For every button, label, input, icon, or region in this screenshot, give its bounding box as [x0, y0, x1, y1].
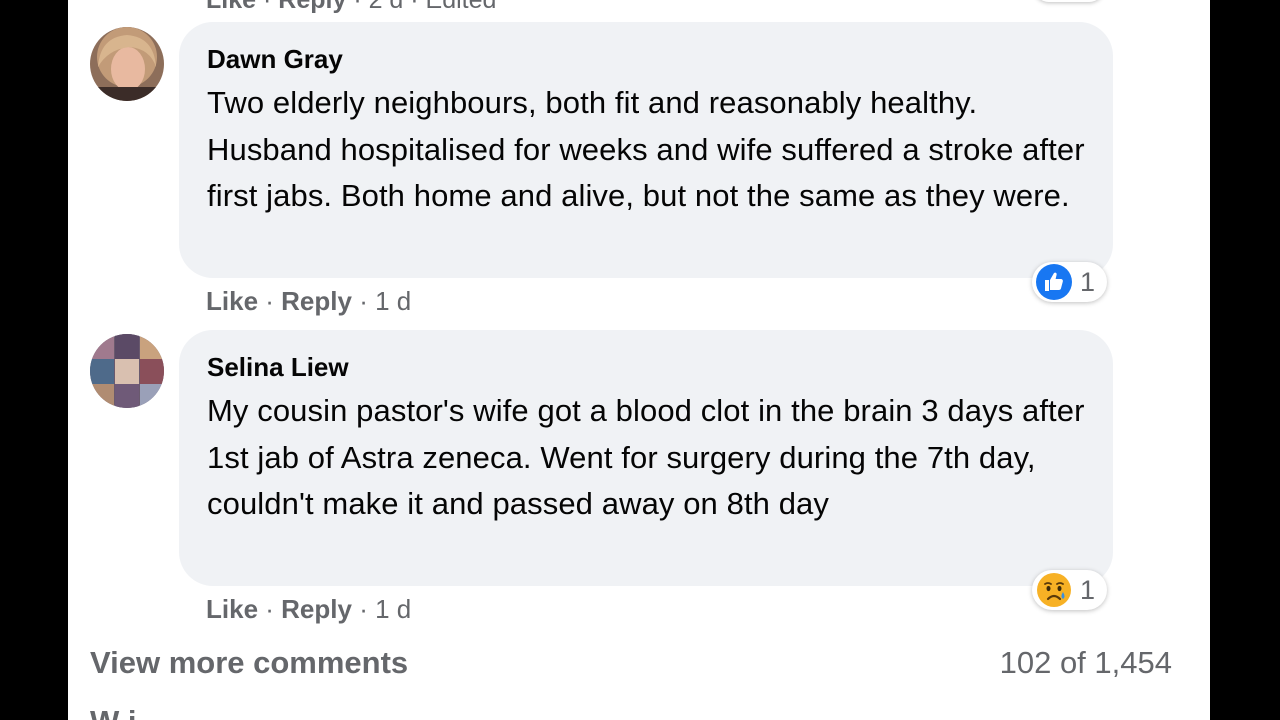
avatar-photo-dawn — [90, 27, 164, 101]
separator: · — [265, 286, 282, 316]
comment-timestamp[interactable]: 1 d — [375, 286, 411, 316]
separator: · — [359, 594, 376, 624]
comment-author[interactable]: Dawn Gray — [207, 42, 1085, 76]
reply-button[interactable]: Reply — [281, 594, 352, 624]
reaction-badge[interactable]: 1 — [1032, 570, 1108, 610]
reaction-count: 1 — [1080, 574, 1096, 605]
reaction-count: 1 — [1080, 266, 1096, 297]
comment-meta: · 2 d · Edited — [353, 0, 497, 14]
like-button[interactable]: Like — [206, 594, 258, 624]
previous-reaction-badge[interactable] — [1034, 0, 1104, 2]
reply-separator: · — [262, 0, 279, 14]
previous-comment-actions: Like · Reply · 2 d · Edited — [206, 0, 496, 15]
like-icon — [1036, 264, 1072, 300]
comment-bubble: Dawn Gray Two elderly neighbours, both f… — [179, 22, 1113, 278]
comment-bubble: Selina Liew My cousin pastor's wife got … — [179, 330, 1113, 586]
comment-actions: Like · Reply · 1 d — [206, 594, 411, 625]
cutoff-text: W i — [90, 704, 137, 720]
reply-button[interactable]: Reply — [278, 0, 346, 14]
like-button[interactable]: Like — [206, 0, 256, 14]
separator: · — [265, 594, 282, 624]
comment-author[interactable]: Selina Liew — [207, 350, 1085, 384]
reaction-badge[interactable]: 1 — [1032, 262, 1108, 302]
comment-text: My cousin pastor's wife got a blood clot… — [207, 393, 1085, 521]
like-button[interactable]: Like — [206, 286, 258, 316]
comments-panel: Like · Reply · 2 d · Edited Dawn Gray Tw… — [68, 0, 1210, 720]
separator: · — [359, 286, 376, 316]
avatar[interactable] — [90, 334, 164, 408]
sad-face-icon — [1037, 573, 1071, 607]
view-more-comments-link[interactable]: View more comments — [90, 645, 408, 681]
avatar[interactable] — [90, 27, 164, 101]
comment-timestamp[interactable]: 1 d — [375, 594, 411, 624]
avatar-photo-selina — [90, 334, 164, 408]
comment-count: 102 of 1,454 — [999, 645, 1172, 680]
comment-actions: Like · Reply · 1 d — [206, 286, 411, 317]
reply-button[interactable]: Reply — [281, 286, 352, 316]
comment-text: Two elderly neighbours, both fit and rea… — [207, 85, 1085, 213]
